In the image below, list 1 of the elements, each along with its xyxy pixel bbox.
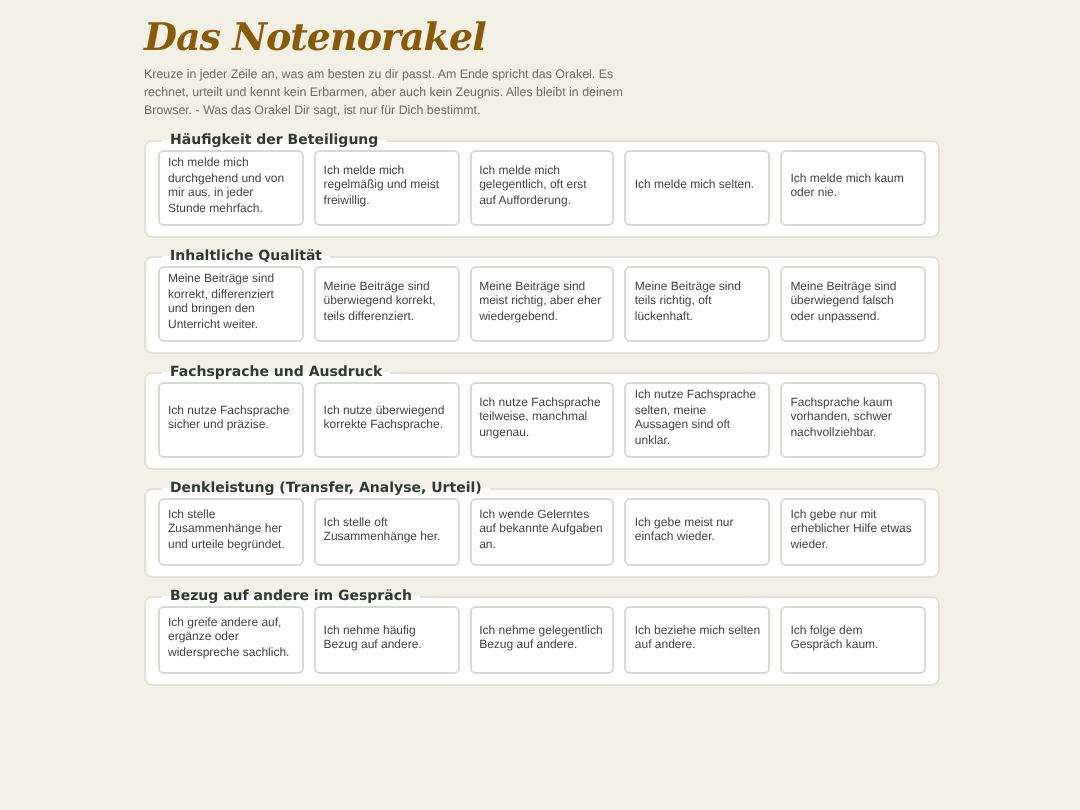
page-title: Das Notenorakel: [144, 16, 488, 60]
